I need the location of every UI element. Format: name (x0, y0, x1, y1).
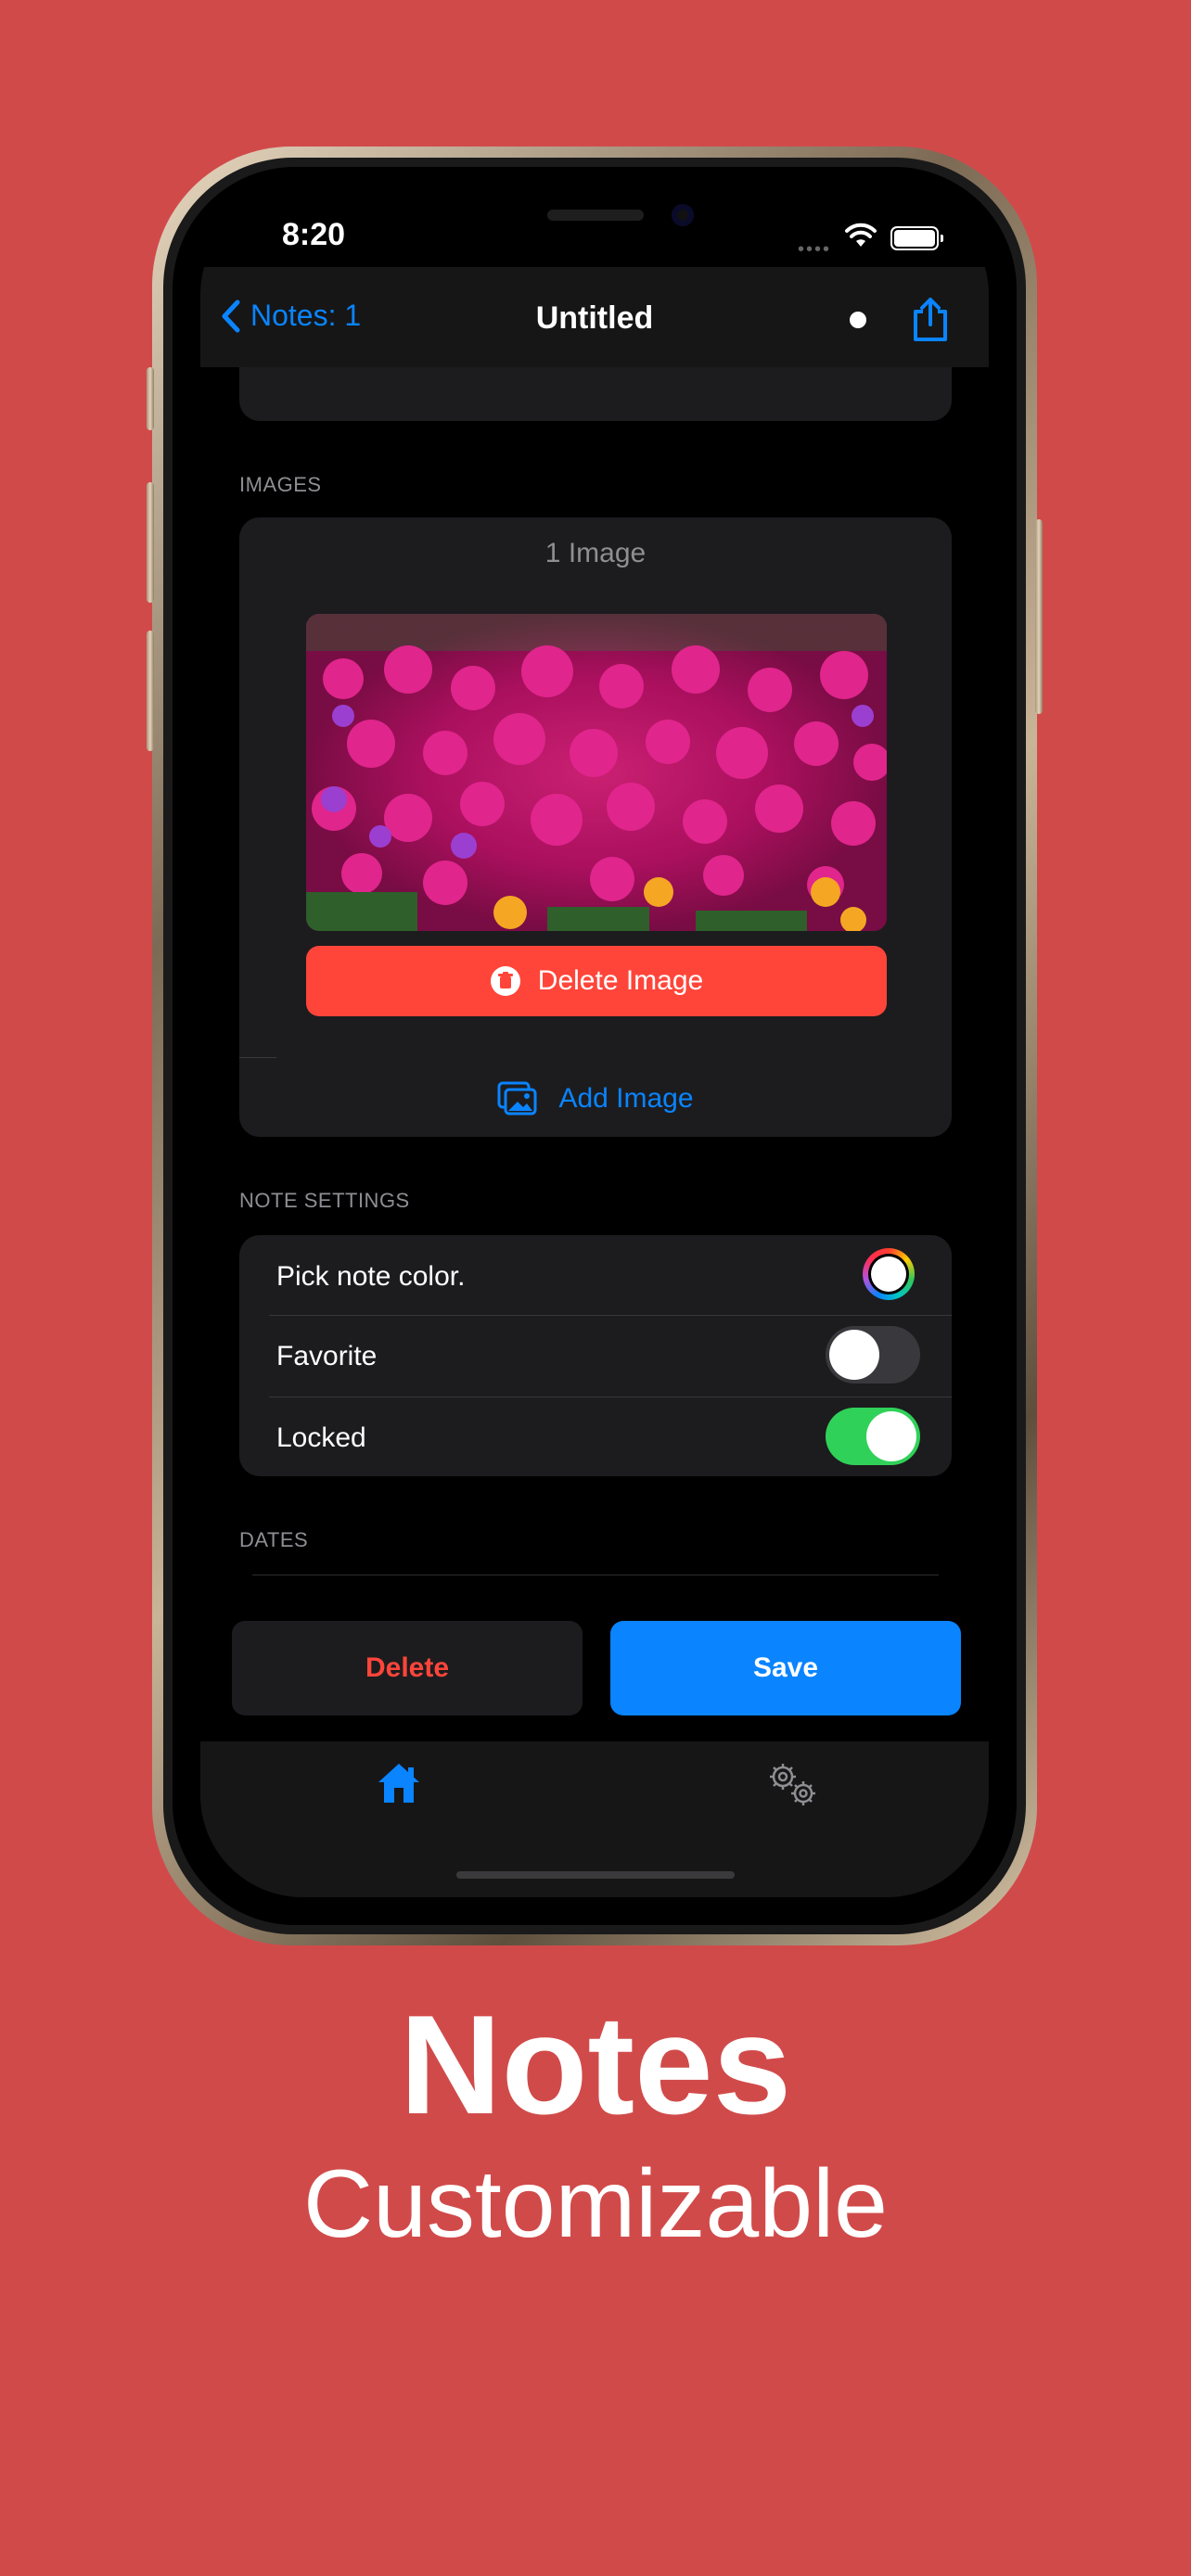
phone-screen: 8:20 •••• Notes: 1 Untitled IMAGES 1 Ima… (200, 193, 989, 1897)
row-divider (269, 1315, 952, 1316)
volume-up-button (147, 482, 154, 603)
images-card: 1 Image Delete Image Add Image (239, 517, 952, 1137)
add-image-button[interactable]: Add Image (239, 1061, 952, 1137)
note-settings-card: Pick note color. Favorite Locked (239, 1235, 952, 1476)
save-note-button[interactable]: Save (610, 1621, 961, 1715)
images-section-header: IMAGES (239, 473, 322, 496)
volume-down-button (147, 631, 154, 751)
row-divider (239, 1057, 276, 1058)
note-settings-section-header: NOTE SETTINGS (239, 1189, 410, 1212)
dates-section-header: DATES (239, 1528, 309, 1551)
add-image-label: Add Image (558, 1083, 694, 1114)
home-indicator[interactable] (456, 1871, 735, 1879)
power-button (1035, 519, 1043, 714)
speaker (547, 210, 644, 221)
image-count-label: 1 Image (544, 538, 647, 568)
favorite-label: Favorite (276, 1341, 378, 1371)
toggle-knob (829, 1330, 879, 1380)
wifi-icon (845, 223, 877, 247)
pick-color-label: Pick note color. (276, 1261, 466, 1292)
photo-stack-icon (497, 1081, 537, 1116)
front-camera (672, 204, 694, 226)
delete-image-button[interactable]: Delete Image (306, 946, 887, 1016)
row-divider (269, 1396, 952, 1397)
locked-toggle[interactable] (826, 1408, 920, 1465)
notch (396, 193, 793, 252)
share-icon[interactable] (911, 297, 950, 343)
battery-icon (890, 226, 943, 250)
flower-photo[interactable] (306, 614, 887, 931)
color-well-button[interactable] (863, 1248, 915, 1300)
selected-color-swatch (871, 1256, 906, 1292)
page-title: Untitled (535, 300, 654, 336)
home-icon[interactable] (375, 1760, 423, 1804)
toggle-knob (866, 1411, 916, 1461)
trash-icon (490, 966, 520, 996)
cellular-signal-icon: •••• (798, 239, 832, 260)
favorite-toggle[interactable] (826, 1326, 920, 1384)
mute-switch (147, 367, 154, 430)
delete-note-button[interactable]: Delete (232, 1621, 583, 1715)
status-time: 8:20 (282, 217, 346, 252)
settings-gears-icon[interactable] (764, 1760, 820, 1808)
promo-title: Notes (399, 1986, 792, 2144)
delete-image-label: Delete Image (537, 965, 704, 996)
status-dot-indicator (850, 312, 866, 328)
promo-subtitle: Customizable (302, 2150, 889, 2258)
locked-label: Locked (276, 1422, 366, 1453)
